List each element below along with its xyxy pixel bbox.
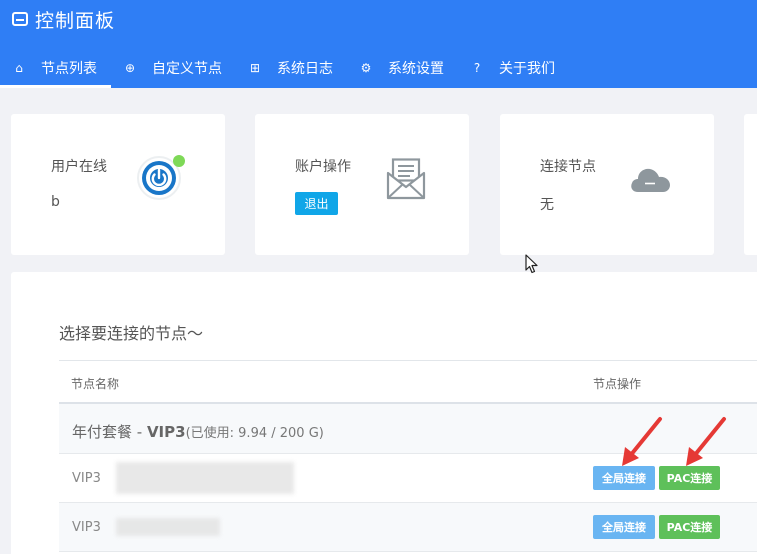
pac-connect-button[interactable]: PAC连接 [659,466,720,490]
node-name: VIP3 [72,520,101,535]
pac-connect-button[interactable]: PAC连接 [659,515,720,539]
brand[interactable]: 控制面板 [12,7,116,32]
redacted-area [116,462,294,494]
panel-title: 选择要连接的节点～ [59,324,204,343]
redacted-area [116,518,220,536]
card-partial [744,114,757,255]
card-label: 用户在线 [51,159,107,175]
table-header: 节点名称 节点操作 [59,360,757,404]
nav-label: 关于我们 [499,61,555,77]
group-usage: (已使用: 9.94 / 200 G) [185,426,324,441]
nav-item-node-list[interactable]: ⌂ 节点列表 [0,48,111,88]
card-value: b [51,194,60,210]
column-header-node-action: 节点操作 [593,377,642,391]
logout-button[interactable]: 退出 [295,192,338,215]
card-value: 无 [540,197,554,213]
plus-circle-icon: ⊕ [124,61,136,75]
nav-label: 系统日志 [277,61,333,77]
power-icon [137,155,185,200]
nav-item-about[interactable]: ? 关于我们 [458,48,569,88]
question-icon: ? [473,61,481,75]
annotation-arrow-icon [622,417,662,466]
add-square-icon: ⊞ [249,61,261,75]
nav-label: 自定义节点 [152,61,222,77]
app-title: 控制面板 [35,9,116,32]
card-label: 连接节点 [540,159,596,175]
card-user-online: 用户在线 b [11,114,225,255]
top-header: 控制面板 ⌂ 节点列表 ⊕ 自定义节点 ⊞ 系统日志 ⚙ 系统设置 ? 关于我们 [0,0,757,88]
annotation-arrow-icon [686,417,726,466]
home-icon: ⌂ [15,61,23,75]
cloud-minus-icon [631,168,670,192]
node-name: VIP3 [72,471,101,486]
card-label: 账户操作 [295,159,351,175]
mouse-cursor-icon [525,254,538,274]
nav-label: 节点列表 [41,61,97,77]
nav-item-system-log[interactable]: ⊞ 系统日志 [236,48,347,88]
node-list-panel: 选择要连接的节点～ 节点名称 节点操作 年付套餐 - VIP3(已使用: 9.9… [11,272,757,554]
group-name: 年付套餐 - VIP3(已使用: 9.94 / 200 G) [72,423,324,441]
global-connect-button[interactable]: 全局连接 [593,466,655,490]
global-connect-button[interactable]: 全局连接 [593,515,655,539]
table-row: VIP3 全局连接 PAC连接 [59,503,757,552]
column-header-node-name: 节点名称 [71,377,120,391]
nav-label: 系统设置 [388,61,444,77]
main-nav: ⌂ 节点列表 ⊕ 自定义节点 ⊞ 系统日志 ⚙ 系统设置 ? 关于我们 [0,48,569,88]
nav-item-system-settings[interactable]: ⚙ 系统设置 [347,48,458,88]
nav-item-custom-node[interactable]: ⊕ 自定义节点 [111,48,236,88]
card-account-actions: 账户操作 退出 [255,114,469,255]
card-connected-node: 连接节点 无 [500,114,714,255]
mail-icon [386,158,426,200]
inbox-icon [12,12,28,26]
gear-icon: ⚙ [360,61,372,75]
